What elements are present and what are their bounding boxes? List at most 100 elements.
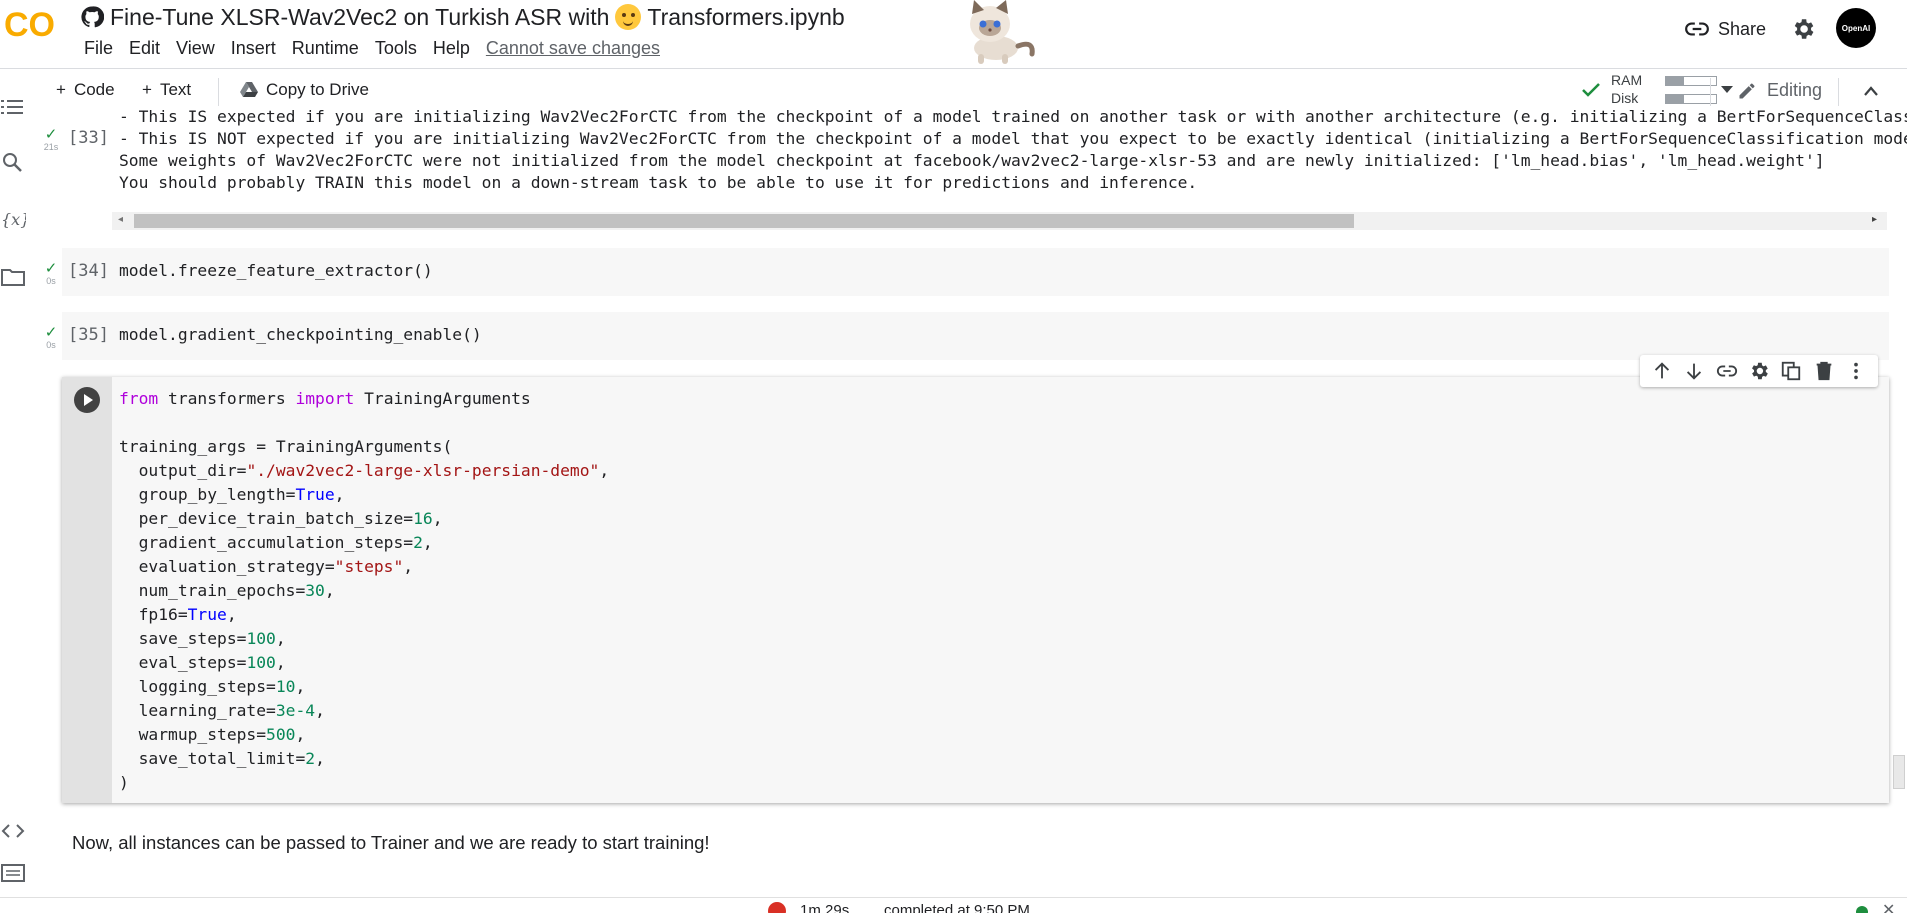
scrollbar-thumb[interactable] — [134, 214, 1354, 228]
menu-bar: File Edit View Insert Runtime Tools Help… — [76, 38, 668, 59]
output-line: - This IS expected if you are initializi… — [119, 107, 1907, 126]
menu-view[interactable]: View — [168, 38, 223, 59]
code-line[interactable]: output_dir="./wav2vec2-large-xlsr-persia… — [119, 461, 610, 480]
code-snippets-icon[interactable] — [0, 818, 26, 844]
text-cell[interactable]: Now, all instances can be passed to Trai… — [72, 832, 710, 854]
add-text-button[interactable]: + Text — [142, 80, 191, 100]
title-suffix[interactable]: Transformers.ipynb — [647, 4, 844, 31]
mirror-cell-icon[interactable] — [1780, 360, 1802, 382]
cell-33-time: 21s — [43, 142, 59, 152]
cell-35-time: 0s — [46, 340, 56, 350]
page-scrollbar-thumb[interactable] — [1893, 755, 1905, 789]
code-line[interactable]: from transformers import TrainingArgumen… — [119, 389, 531, 408]
notebook-toolbar: + Code + Text Copy to Drive RAM Disk Edi… — [40, 72, 1907, 110]
move-cell-up-icon[interactable] — [1651, 360, 1673, 382]
cell-action-toolbar — [1640, 355, 1878, 387]
ram-label: RAM — [1611, 72, 1643, 88]
code-line[interactable]: training_args = TrainingArguments( — [119, 437, 452, 456]
cell-34-exec-count: [34] — [68, 261, 109, 281]
editing-mode-button[interactable]: Editing — [1737, 80, 1822, 101]
menu-runtime[interactable]: Runtime — [284, 38, 367, 59]
output-line: Some weights of Wav2Vec2ForCTC were not … — [119, 151, 1825, 170]
code-line[interactable]: evaluation_strategy="steps", — [119, 557, 414, 576]
hugging-face-icon — [615, 4, 642, 30]
delete-cell-icon[interactable] — [1813, 360, 1835, 382]
code-line[interactable]: save_total_limit=2, — [119, 749, 325, 768]
code-line[interactable]: save_steps=100, — [119, 629, 286, 648]
chevron-down-icon[interactable] — [1721, 86, 1733, 94]
success-check-icon: ✓ — [44, 126, 58, 143]
output-line: - This IS NOT expected if you are initia… — [119, 129, 1907, 148]
disk-label: Disk — [1611, 90, 1639, 106]
scroll-left-icon[interactable]: ◂ — [118, 214, 123, 225]
code-line[interactable]: group_by_length=True, — [119, 485, 345, 504]
save-status-link[interactable]: Cannot save changes — [478, 38, 668, 59]
link-to-cell-icon[interactable] — [1716, 360, 1738, 382]
plus-icon: + — [56, 80, 66, 99]
cell-35-exec-count: [35] — [68, 325, 109, 345]
files-folder-icon[interactable] — [0, 264, 26, 290]
notebook-title: Fine-Tune XLSR-Wav2Vec2 on Turkish ASR w… — [80, 2, 845, 32]
close-status-icon[interactable]: ✕ — [1882, 900, 1895, 913]
search-icon[interactable] — [0, 150, 26, 176]
header-divider — [0, 68, 1907, 69]
add-text-label: Text — [159, 80, 192, 99]
kitty-mascot-icon — [970, 0, 1035, 64]
app-header: CO Fine-Tune XLSR-Wav2Vec2 on Turkish AS… — [0, 0, 1907, 68]
code-line[interactable]: per_device_train_batch_size=16, — [119, 509, 443, 528]
menu-file[interactable]: File — [76, 38, 121, 59]
menu-edit[interactable]: Edit — [121, 38, 168, 59]
cell-33-exec-count: [33] — [68, 128, 109, 148]
connected-check-icon — [1582, 83, 1600, 97]
success-check-icon: ✓ — [44, 260, 58, 277]
move-cell-down-icon[interactable] — [1683, 360, 1705, 382]
cell-settings-gear-icon[interactable] — [1748, 360, 1770, 382]
cell-35-status: ✓ 0s — [40, 325, 62, 350]
output-horizontal-scrollbar[interactable]: ◂ ▸ — [112, 212, 1887, 230]
code-line[interactable]: num_train_epochs=30, — [119, 581, 335, 600]
run-cell-button[interactable] — [74, 387, 100, 413]
github-icon — [81, 6, 104, 28]
logo-text: CO — [4, 6, 55, 42]
variables-icon[interactable]: {x} — [0, 206, 26, 232]
execution-completed: completed at 9:50 PM — [884, 902, 1030, 913]
cell-34-code[interactable]: model.freeze_feature_extractor() — [119, 261, 433, 280]
settings-gear-icon[interactable] — [1790, 16, 1816, 42]
add-code-button[interactable]: + Code — [56, 80, 115, 100]
execution-elapsed: 1m 29s — [800, 902, 850, 913]
cell-35-code[interactable]: model.gradient_checkpointing_enable() — [119, 325, 482, 344]
output-line: You should probably TRAIN this model on … — [119, 173, 1198, 192]
menu-insert[interactable]: Insert — [223, 38, 284, 59]
share-button[interactable]: Share — [1684, 16, 1766, 42]
active-code-cell[interactable]: from transformers import TrainingArgumen… — [62, 377, 1889, 803]
code-line[interactable]: logging_steps=10, — [119, 677, 306, 696]
menu-help[interactable]: Help — [425, 38, 478, 59]
copy-to-drive-button[interactable]: Copy to Drive — [240, 80, 369, 100]
more-options-icon[interactable] — [1845, 360, 1867, 382]
add-code-label: Code — [73, 80, 115, 99]
editing-label: Editing — [1767, 80, 1823, 100]
chevron-up-icon[interactable] — [1863, 85, 1879, 97]
link-icon — [1685, 22, 1709, 36]
scroll-right-icon[interactable]: ▸ — [1872, 214, 1877, 225]
command-palette-icon[interactable] — [0, 860, 26, 886]
code-line[interactable]: ) — [119, 773, 129, 792]
toolbar-divider — [1710, 78, 1711, 106]
code-line[interactable]: fp16=True, — [119, 605, 237, 624]
code-line[interactable]: learning_rate=3e-4, — [119, 701, 325, 720]
table-of-contents-icon[interactable] — [0, 94, 26, 120]
svg-text:{x}: {x} — [1, 210, 26, 229]
colab-logo[interactable]: CO — [4, 6, 58, 42]
cell-34-time: 0s — [46, 276, 56, 286]
copy-to-drive-label: Copy to Drive — [266, 80, 369, 99]
code-line[interactable]: warmup_steps=500, — [119, 725, 306, 744]
account-avatar[interactable]: OpenAI — [1836, 8, 1876, 48]
menu-tools[interactable]: Tools — [367, 38, 425, 59]
connection-status-dot — [1856, 906, 1868, 913]
code-line[interactable]: gradient_accumulation_steps=2, — [119, 533, 433, 552]
resources-indicator[interactable]: RAM Disk — [1545, 72, 1735, 110]
cell-gutter — [62, 377, 112, 803]
pencil-icon — [1739, 83, 1755, 98]
title-text[interactable]: Fine-Tune XLSR-Wav2Vec2 on Turkish ASR w… — [110, 4, 609, 31]
code-line[interactable]: eval_steps=100, — [119, 653, 286, 672]
